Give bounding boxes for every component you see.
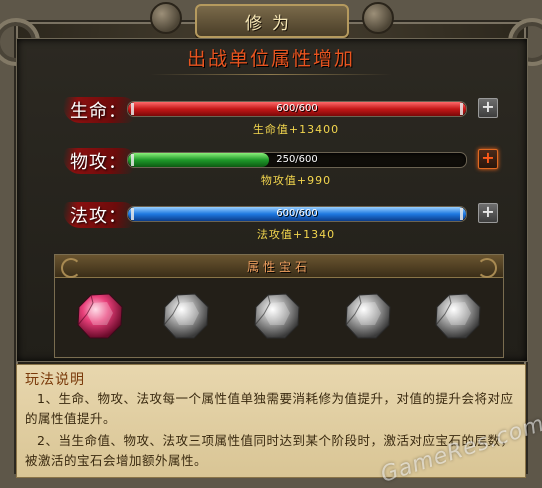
gem-4-icon[interactable] xyxy=(341,289,395,343)
gem-3-icon[interactable] xyxy=(250,289,304,343)
attribute-gems-header: 属性宝石 xyxy=(55,255,503,278)
instructions-title: 玩法说明 xyxy=(25,372,85,388)
stat-label-hp: 生命： xyxy=(70,101,127,122)
physical-attack-upgrade-button[interactable]: + xyxy=(478,149,498,169)
stat-label-physical-attack: 物攻： xyxy=(70,152,127,173)
attribute-gems-panel: 属性宝石 xyxy=(54,254,504,358)
gem-2-icon[interactable] xyxy=(159,289,213,343)
header-ornament-icon xyxy=(477,258,497,278)
window-title: 修为 xyxy=(245,13,299,34)
gem-5-icon[interactable] xyxy=(431,289,485,343)
hp-progress-bar: 600/600 xyxy=(127,101,467,117)
physical-attack-bar-text: 250/600 xyxy=(276,154,318,165)
magic-attack-bar-text: 600/600 xyxy=(276,208,318,219)
hp-upgrade-button[interactable]: + xyxy=(478,98,498,118)
title-ornament-left xyxy=(150,2,182,34)
magic-attack-bonus-text: 法攻值+1340 xyxy=(256,228,336,241)
instructions-paragraph-1: 1、生命、物攻、法攻每一个属性值单独需要消耗修为值提升，对值的提升会将对应的属性… xyxy=(25,391,514,426)
attribute-gems-title: 属性宝石 xyxy=(246,259,311,274)
stat-label-magic-attack: 法攻： xyxy=(70,206,127,227)
magic-attack-progress-bar: 600/600 xyxy=(127,206,467,222)
cultivation-window: 修为 出战单位属性增加 生命： 600/600 生命值+13400 + 物攻： … xyxy=(0,0,542,488)
window-title-plate: 修为 xyxy=(195,4,349,38)
hp-bonus-text: 生命值+13400 xyxy=(252,123,340,136)
title-ornament-right xyxy=(362,2,394,34)
hp-bar-text: 600/600 xyxy=(276,103,318,114)
section-title: 出战单位属性增加 xyxy=(186,48,355,70)
magic-attack-upgrade-button[interactable]: + xyxy=(478,203,498,223)
physical-attack-bonus-text: 物攻值+990 xyxy=(260,174,332,187)
header-ornament-icon xyxy=(61,258,81,278)
physical-attack-progress-bar: 250/600 xyxy=(127,152,467,168)
section-divider xyxy=(150,74,392,75)
gem-1-icon[interactable] xyxy=(73,289,127,343)
